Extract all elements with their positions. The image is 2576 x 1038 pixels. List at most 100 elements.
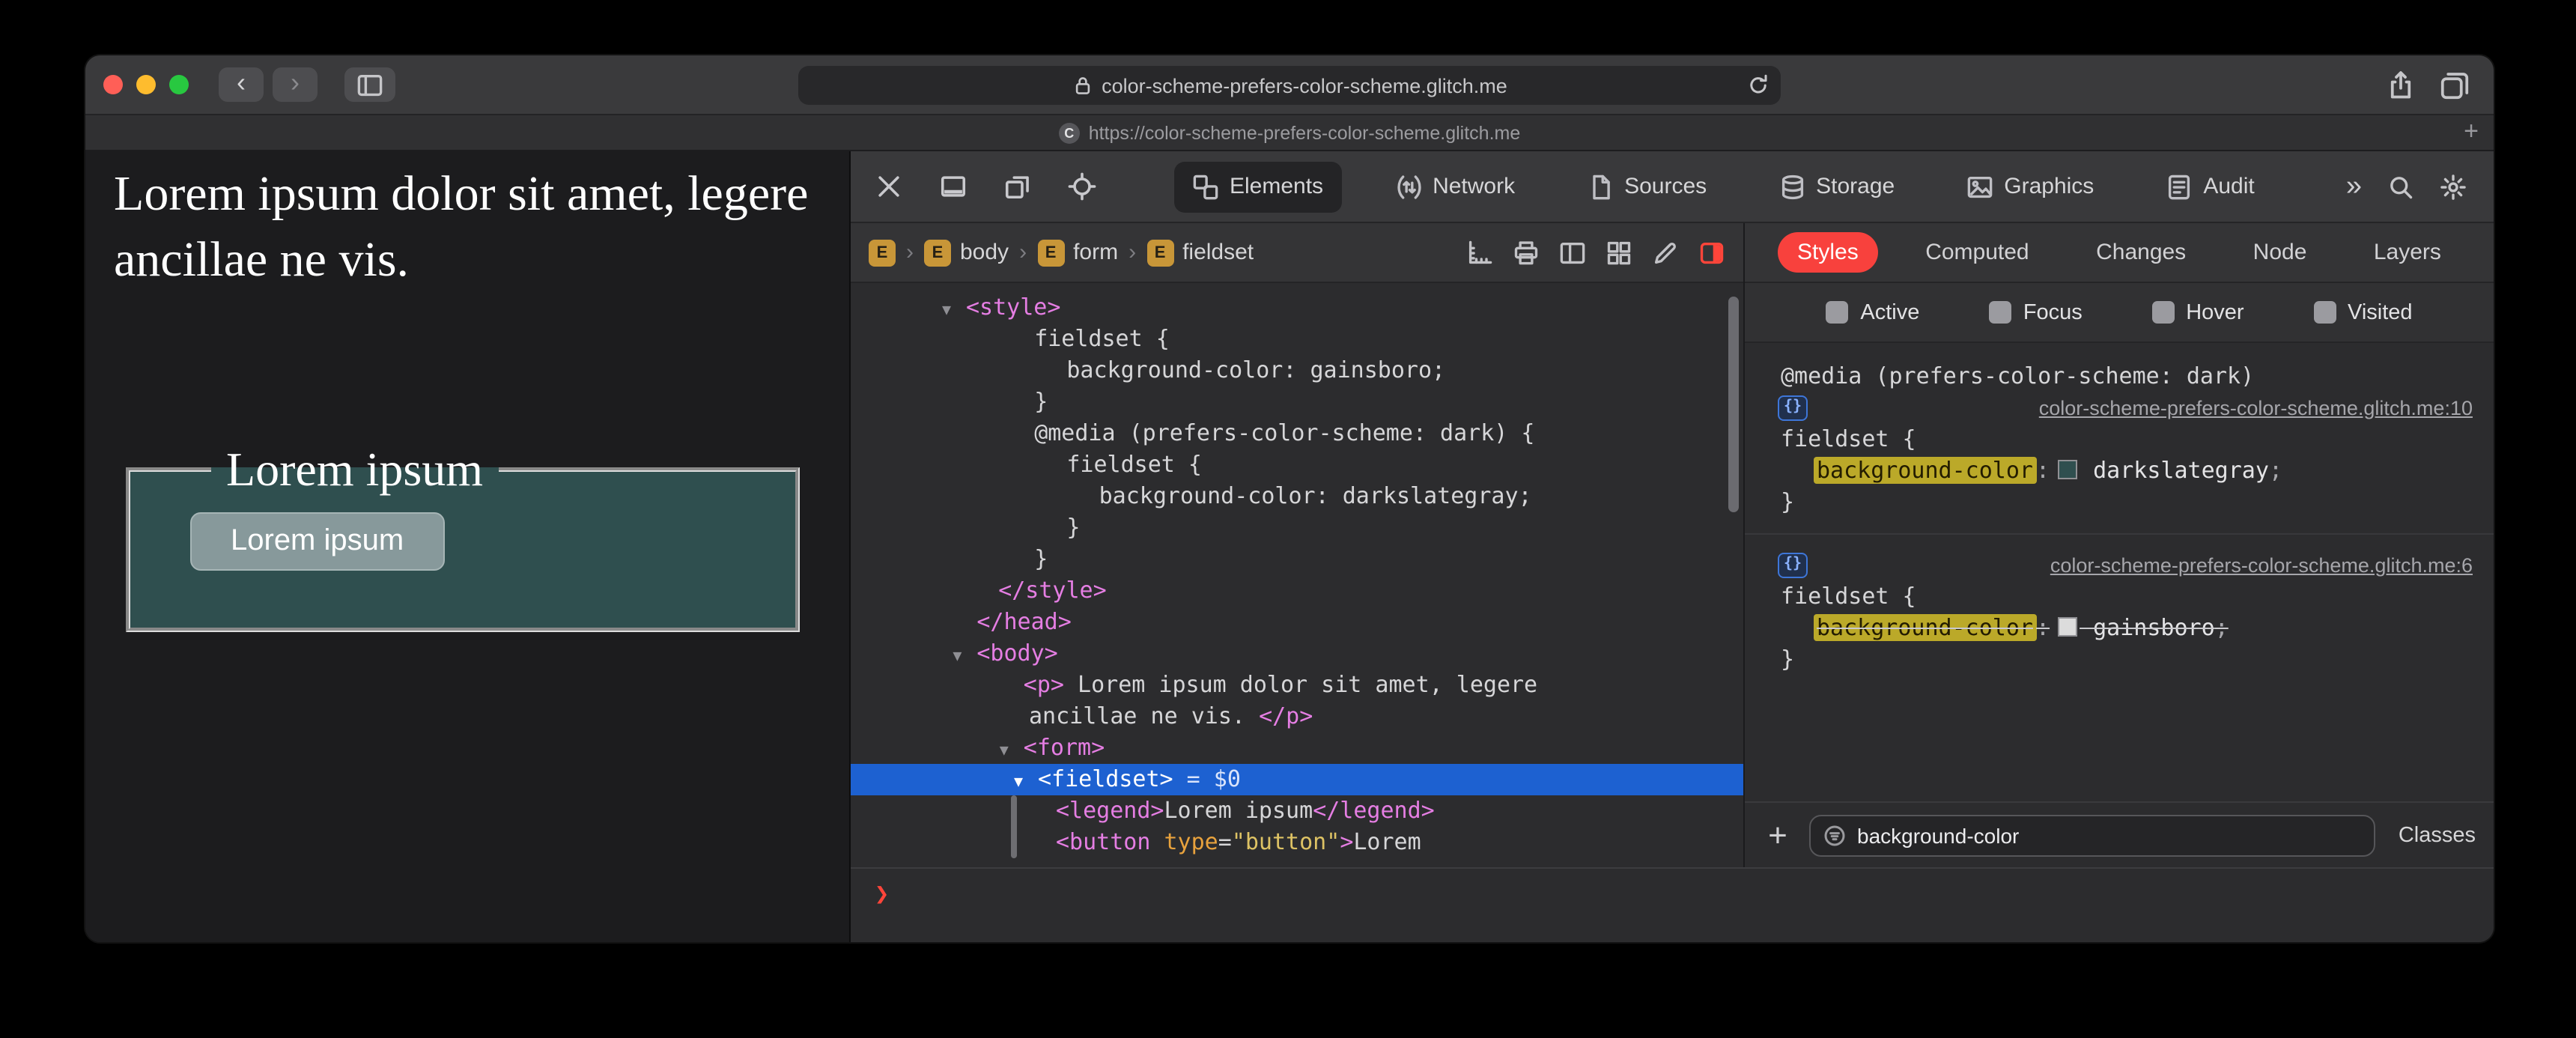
css-property[interactable]: background-color [1814,457,2036,484]
inspector-tab-network[interactable]: Network [1377,161,1533,212]
checkbox[interactable] [2313,301,2336,324]
dom-node[interactable]: fieldset { [851,449,1743,481]
dom-node-selected[interactable]: ▼ <fieldset> = $0 [851,764,1743,795]
css-value[interactable]: darkslategray [2080,457,2269,484]
dom-node[interactable]: <p> Lorem ipsum dolor sit amet, legere [851,670,1743,701]
code-segment: <style> [966,294,1061,321]
scrollbar-thumb[interactable] [1728,297,1739,512]
breadcrumb-item-fieldset[interactable]: Efieldset [1146,239,1254,266]
browser-tab[interactable]: C https://color-scheme-prefers-color-sch… [1058,122,1520,143]
new-rule-button[interactable]: + [1763,818,1793,852]
sidebar-toggle-icon [356,71,383,98]
address-bar[interactable]: color-scheme-prefers-color-scheme.glitch… [798,66,1781,105]
css-rule: {} color-scheme-prefers-color-scheme.glit… [1745,533,2494,676]
dom-node[interactable]: ▼ <body> [851,638,1743,670]
disclosure-triangle-icon[interactable]: ▼ [1014,767,1038,798]
minimize-button[interactable] [136,75,156,94]
columns-icon[interactable] [1559,239,1586,266]
disclosure-triangle-icon[interactable]: ▼ [942,295,966,327]
dock-bottom-icon[interactable] [930,164,975,209]
search-icon[interactable] [2387,173,2414,200]
dom-node[interactable]: } [851,386,1743,418]
style-filter-input[interactable] [1857,823,2363,847]
color-swatch[interactable] [2057,617,2077,637]
pseudo-label: Hover [2186,300,2244,324]
tabs-overview-icon[interactable] [2440,70,2470,100]
share-icon[interactable] [2386,70,2416,100]
pseudo-toggle-active[interactable]: Active [1826,300,1919,324]
pseudo-label: Focus [2023,300,2083,324]
dom-node[interactable]: <legend>Lorem ipsum</legend> [851,795,1743,827]
dom-node[interactable]: background-color: darkslategray; [851,481,1743,512]
classes-button[interactable]: Classes [2399,823,2476,847]
breadcrumb-item-root[interactable]: E [869,239,896,266]
css-rule: @media (prefers-color-scheme: dark) {} col… [1745,361,2494,518]
dom-node[interactable]: </head> [851,607,1743,638]
dom-node[interactable]: } [851,512,1743,544]
reload-icon[interactable] [1746,73,1770,97]
stylesheet-link[interactable]: color-scheme-prefers-color-scheme.glitch… [2039,397,2473,419]
sidebar-tab-node[interactable]: Node [2234,232,2327,273]
close-icon[interactable] [866,164,911,209]
overflow-menu-icon[interactable]: » [2346,172,2362,201]
dom-node[interactable]: ▼ <style> [851,292,1743,324]
dom-node[interactable]: ▼ <form> [851,732,1743,764]
checkbox[interactable] [1988,301,2011,324]
breadcrumb-item-body[interactable]: Ebody [924,239,1009,266]
stylesheet-link[interactable]: color-scheme-prefers-color-scheme.glitch… [2050,554,2473,577]
grid-icon[interactable] [1606,239,1632,266]
sidebar-tab-changes[interactable]: Changes [2077,232,2205,273]
sidebar-toggle-button[interactable] [344,67,395,102]
rulers-icon[interactable] [1466,239,1493,266]
dom-node[interactable]: ancillae ne vis. </p> [851,701,1743,732]
dom-node[interactable]: </style> [851,575,1743,607]
css-value[interactable]: gainsboro [2080,614,2215,641]
disclosure-triangle-icon[interactable]: ▼ [1000,735,1024,767]
settings-icon[interactable] [2440,173,2467,200]
color-swatch[interactable] [2057,460,2077,479]
dom-node[interactable]: background-color: gainsboro; [851,355,1743,386]
css-property[interactable]: background-color [1814,614,2036,641]
back-button[interactable]: ‹ [219,67,264,102]
dom-node[interactable]: } [851,544,1743,575]
edit-icon[interactable] [1652,239,1679,266]
rule-source-icon[interactable]: {} [1778,553,1808,578]
pseudo-toggle-visited[interactable]: Visited [2313,300,2413,324]
zoom-button[interactable] [169,75,189,94]
close-button[interactable] [103,75,123,94]
code-segment: <fieldset> [1038,765,1173,792]
code-segment: type [1164,828,1218,855]
checkbox[interactable] [2151,301,2175,324]
inspector-tab-storage[interactable]: Storage [1761,161,1913,212]
tab-label: Graphics [2004,174,2094,199]
quick-console[interactable]: ❯ [851,867,2494,942]
inspector-tab-graphics[interactable]: Graphics [1948,161,2112,212]
appearance-icon[interactable] [1698,239,1725,266]
dom-node[interactable]: fieldset { [851,324,1743,355]
page-button[interactable]: Lorem ipsum [190,512,445,571]
css-declaration[interactable]: background-color: darkslategray; [1745,455,2494,487]
sidebar-tab-layers[interactable]: Layers [2354,232,2461,273]
inspector-tab-audit[interactable]: Audit [2148,161,2272,212]
disclosure-triangle-icon[interactable]: ▼ [953,641,976,673]
new-tab-button[interactable]: + [2464,117,2479,147]
pseudo-toggle-focus[interactable]: Focus [1988,300,2083,324]
dom-node[interactable]: <button type="button">Lorem [851,827,1743,858]
pseudo-toggle-hover[interactable]: Hover [2151,300,2244,324]
code-segment: </style> [998,577,1107,604]
element-picker-icon[interactable] [1059,164,1104,209]
inspector-tab-sources[interactable]: Sources [1569,161,1725,212]
breadcrumb-item-form[interactable]: Eform [1037,239,1118,266]
rule-source-icon[interactable]: {} [1778,395,1808,421]
checkbox[interactable] [1826,301,1849,324]
inspector-tab-elements[interactable]: Elements [1174,161,1342,212]
print-icon[interactable] [1513,239,1540,266]
filter-icon [1823,823,1847,847]
dock-windows-icon[interactable] [994,164,1039,209]
forward-button[interactable]: › [273,67,318,102]
sidebar-tab-styles[interactable]: Styles [1778,232,1878,273]
web-inspector: Elements Network Sources Storage Graphics Aud… [849,151,2494,942]
dom-node[interactable]: @media (prefers-color-scheme: dark) { [851,418,1743,449]
css-declaration[interactable]: background-color: gainsboro; [1745,613,2494,644]
sidebar-tab-computed[interactable]: Computed [1906,232,2048,273]
